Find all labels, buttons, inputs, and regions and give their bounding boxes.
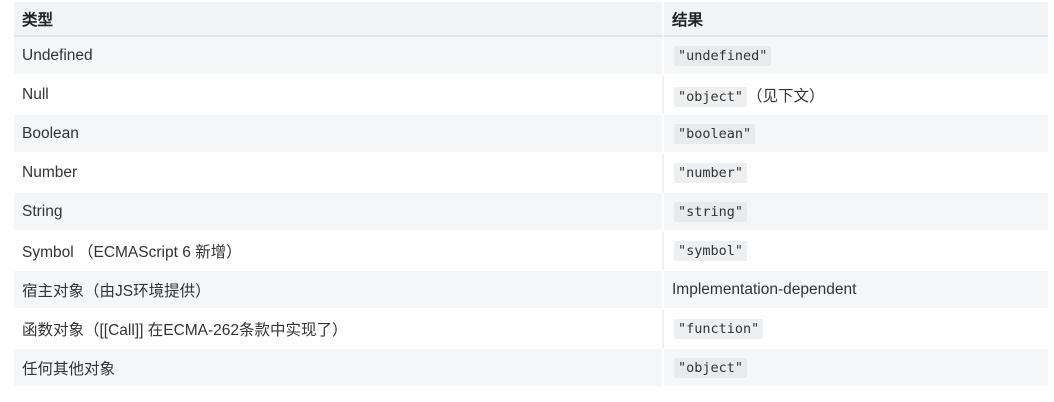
row-result-cell: "undefined" bbox=[664, 37, 1048, 76]
row-type-cell: 任何其他对象 bbox=[14, 349, 664, 388]
typeof-result-table: 类型 结果 Undefined "undefined" Null "object… bbox=[14, 2, 1048, 388]
row-type-cell: Number bbox=[14, 154, 664, 193]
table-row: Number "number" bbox=[14, 154, 1048, 193]
table-row: 任何其他对象 "object" bbox=[14, 349, 1048, 388]
row-result-cell: "string" bbox=[664, 193, 1048, 232]
table-row: Undefined "undefined" bbox=[14, 37, 1048, 76]
result-code: "function" bbox=[674, 318, 764, 339]
row-type-cell: 函数对象（[[Call]] 在ECMA-262条款中实现了） bbox=[14, 310, 664, 349]
table-row: 函数对象（[[Call]] 在ECMA-262条款中实现了） "function… bbox=[14, 310, 1048, 349]
result-code: "string" bbox=[674, 201, 748, 222]
header-type: 类型 bbox=[14, 2, 664, 37]
table-row: 宿主对象（由JS环境提供） Implementation-dependent bbox=[14, 271, 1048, 310]
result-code: "boolean" bbox=[674, 123, 756, 144]
result-code: "symbol" bbox=[674, 240, 748, 261]
row-result-cell: "object" （见下文） bbox=[664, 76, 1048, 115]
header-result: 结果 bbox=[664, 2, 1048, 37]
table-header-row: 类型 结果 bbox=[14, 2, 1048, 37]
result-note: （见下文） bbox=[747, 87, 825, 105]
row-type-cell: Undefined bbox=[14, 37, 664, 76]
row-result-cell: "object" bbox=[664, 349, 1048, 388]
result-code: "object" bbox=[674, 357, 748, 378]
result-code: "undefined" bbox=[674, 45, 772, 66]
result-code: "object" bbox=[674, 86, 748, 107]
row-type-cell: Boolean bbox=[14, 115, 664, 154]
row-result-cell: "symbol" bbox=[664, 232, 1048, 271]
row-result-cell: "function" bbox=[664, 310, 1048, 349]
row-result-cell: "number" bbox=[664, 154, 1048, 193]
row-result-cell: "boolean" bbox=[664, 115, 1048, 154]
table-row: String "string" bbox=[14, 193, 1048, 232]
result-code: "number" bbox=[674, 162, 748, 183]
row-type-cell: Null bbox=[14, 76, 664, 115]
row-type-cell: 宿主对象（由JS环境提供） bbox=[14, 271, 664, 310]
table-row: Symbol （ECMAScript 6 新增） "symbol" bbox=[14, 232, 1048, 271]
row-type-cell: Symbol （ECMAScript 6 新增） bbox=[14, 232, 664, 271]
table-row: Boolean "boolean" bbox=[14, 115, 1048, 154]
row-result-cell: Implementation-dependent bbox=[664, 271, 1048, 310]
row-type-cell: String bbox=[14, 193, 664, 232]
table-row: Null "object" （见下文） bbox=[14, 76, 1048, 115]
typeof-table: 类型 结果 Undefined "undefined" Null "object… bbox=[14, 2, 1048, 388]
